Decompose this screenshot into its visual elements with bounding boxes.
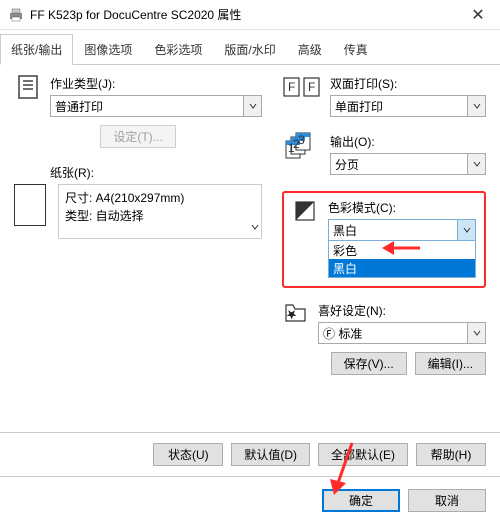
job-type-select[interactable]: 普通打印 <box>50 95 262 117</box>
status-button[interactable]: 状态(U) <box>153 443 223 466</box>
help-button[interactable]: 帮助(H) <box>416 443 486 466</box>
svg-text:1: 1 <box>288 141 295 155</box>
window-title: FF K523p for DocuCentre SC2020 属性 <box>30 6 458 23</box>
tab-strip: 纸张/输出 图像选项 色彩选项 版面/水印 高级 传真 <box>0 34 500 65</box>
favorites-save-button[interactable]: 保存(V)... <box>331 352 407 375</box>
svg-text:F: F <box>288 80 295 94</box>
cancel-button[interactable]: 取消 <box>408 489 486 512</box>
paper-type-text: 类型: 自动选择 <box>65 207 255 225</box>
paper-label: 纸张(R): <box>50 164 262 181</box>
tab-image-options[interactable]: 图像选项 <box>73 34 143 64</box>
duplex-group: FF 双面打印(S): 单面打印 <box>282 75 486 117</box>
output-label: 输出(O): <box>330 133 486 150</box>
collate-icon: 321 <box>282 133 322 157</box>
duplex-icon: FF <box>282 75 322 99</box>
color-mode-dropdown: 彩色 黑白 <box>328 240 476 278</box>
ok-button[interactable]: 确定 <box>322 489 400 512</box>
printer-icon <box>8 7 24 23</box>
paper-info-box[interactable]: 尺寸: A4(210x297mm) 类型: 自动选择 <box>58 184 262 239</box>
tab-layout-watermark[interactable]: 版面/水印 <box>213 34 286 64</box>
favorites-value: Ⓕ 标准 <box>323 325 362 342</box>
chevron-down-icon <box>457 220 475 240</box>
left-column: 作业类型(J): 普通打印 设定(T)... 纸张(R): 尺寸: A4(210… <box>14 75 262 391</box>
document-icon <box>14 75 42 99</box>
duplex-select[interactable]: 单面打印 <box>330 95 486 117</box>
tab-paper-output[interactable]: 纸张/输出 <box>0 34 73 65</box>
color-mode-select[interactable]: 黑白 <box>328 219 476 241</box>
color-mode-highlight: 色彩模式(C): 黑白 彩色 黑白 <box>282 191 486 288</box>
output-select[interactable]: 分页 <box>330 153 486 175</box>
favorites-group: 喜好设定(N): Ⓕ 标准 保存(V)... 编辑(I)... <box>282 302 486 375</box>
tab-fax[interactable]: 传真 <box>333 34 379 64</box>
tab-footer-buttons: 状态(U) 默认值(D) 全部默认(E) 帮助(H) <box>0 432 500 476</box>
chevron-down-icon <box>243 96 261 116</box>
job-type-group: 作业类型(J): 普通打印 设定(T)... <box>14 75 262 148</box>
color-mode-icon <box>292 199 320 223</box>
color-mode-option-bw[interactable]: 黑白 <box>329 259 475 277</box>
paper-preview-icon <box>14 184 46 226</box>
defaults-button[interactable]: 默认值(D) <box>231 443 310 466</box>
job-type-settings-button: 设定(T)... <box>100 125 175 148</box>
duplex-label: 双面打印(S): <box>330 75 486 92</box>
paper-size-text: 尺寸: A4(210x297mm) <box>65 189 255 207</box>
tab-content: 作业类型(J): 普通打印 设定(T)... 纸张(R): 尺寸: A4(210… <box>0 65 500 401</box>
output-value: 分页 <box>335 156 359 173</box>
job-type-label: 作业类型(J): <box>50 75 262 92</box>
paper-group: 纸张(R): 尺寸: A4(210x297mm) 类型: 自动选择 <box>14 164 262 239</box>
right-column: FF 双面打印(S): 单面打印 321 输出(O): <box>282 75 486 391</box>
close-button[interactable]: ✕ <box>458 1 498 28</box>
favorites-label: 喜好设定(N): <box>318 302 486 319</box>
color-mode-option-color[interactable]: 彩色 <box>329 241 475 259</box>
favorites-icon <box>282 302 310 326</box>
favorites-edit-button[interactable]: 编辑(I)... <box>415 352 486 375</box>
chevron-down-icon <box>467 323 485 343</box>
favorites-select[interactable]: Ⓕ 标准 <box>318 322 486 344</box>
output-group: 321 输出(O): 分页 <box>282 133 486 175</box>
chevron-down-icon <box>251 218 259 236</box>
duplex-value: 单面打印 <box>335 98 383 115</box>
dialog-buttons: 确定 取消 <box>0 476 500 526</box>
job-type-value: 普通打印 <box>55 98 103 115</box>
titlebar: FF K523p for DocuCentre SC2020 属性 ✕ <box>0 0 500 30</box>
color-mode-value: 黑白 <box>333 222 357 239</box>
tab-color-options[interactable]: 色彩选项 <box>143 34 213 64</box>
svg-text:F: F <box>308 80 315 94</box>
chevron-down-icon <box>467 96 485 116</box>
all-defaults-button[interactable]: 全部默认(E) <box>318 443 408 466</box>
chevron-down-icon <box>467 154 485 174</box>
tab-advanced[interactable]: 高级 <box>287 34 333 64</box>
color-mode-label: 色彩模式(C): <box>328 199 476 216</box>
dialog-footer: 状态(U) 默认值(D) 全部默认(E) 帮助(H) 确定 取消 <box>0 432 500 526</box>
